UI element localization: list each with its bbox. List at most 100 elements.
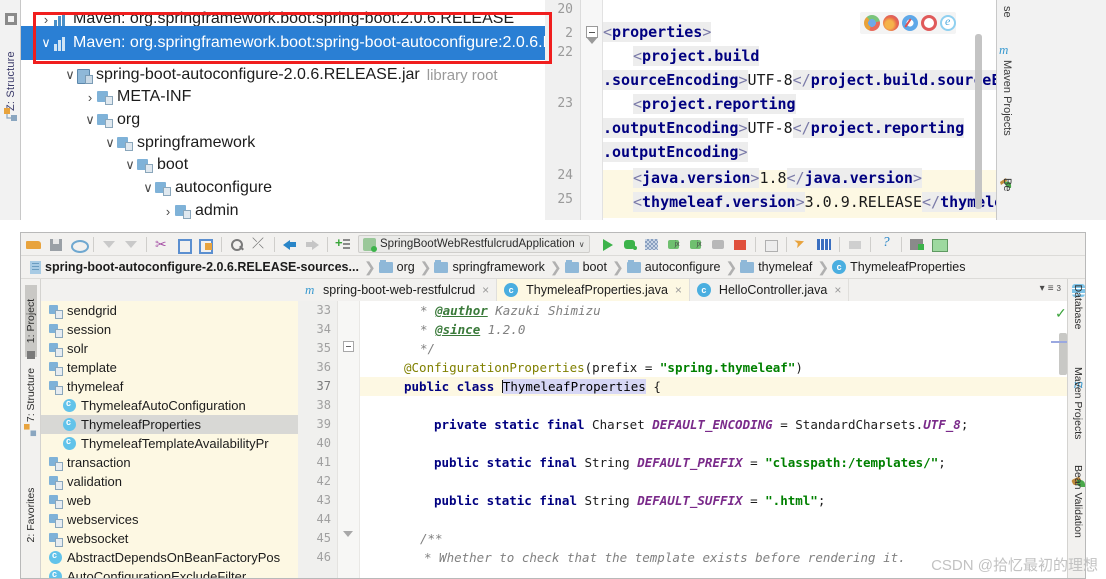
class-icon: c	[696, 283, 711, 297]
tree-row[interactable]: ∨ Maven: org.springframework.boot:spring-…	[21, 26, 616, 60]
breadcrumb-item[interactable]: boot	[563, 256, 611, 279]
chevron-down-icon[interactable]: ▾	[1040, 283, 1045, 294]
editor-tabs-actions[interactable]: ▾ ≡ 3	[1040, 283, 1061, 294]
breadcrumb-item[interactable]: org	[377, 256, 419, 279]
top-bean-validation-tab[interactable]: Be	[1001, 178, 1013, 191]
ie-icon[interactable]	[940, 14, 956, 31]
code-editor[interactable]: * @author Kazuki Shimizu * @since 1.2.0 …	[360, 301, 1067, 578]
editor-tabs[interactable]: m spring-boot-web-restfulcrud × c ThymeleafP…	[51, 279, 1085, 301]
editor-tab[interactable]: c ThymeleafProperties.java ×	[497, 279, 690, 301]
sidebar-item-bean-validation[interactable]: Bean Validation	[1072, 465, 1084, 538]
list-item[interactable]: ThymeleafAutoConfiguration	[41, 396, 298, 415]
screenshot-icon[interactable]	[929, 235, 949, 254]
fold-region-marker-icon[interactable]	[343, 531, 353, 537]
forward-icon[interactable]	[302, 235, 322, 254]
close-icon[interactable]: ×	[482, 283, 489, 297]
firefox-icon[interactable]	[883, 15, 899, 31]
run-configuration-selector[interactable]: SpringBootWebRestfulcrudApplication ∨	[358, 235, 590, 253]
list-item[interactable]: sendgrid	[41, 301, 298, 320]
safari-icon[interactable]	[902, 15, 918, 31]
editor-tab[interactable]: c HelloController.java ×	[690, 279, 850, 301]
editor-scrollbar[interactable]	[1059, 333, 1067, 375]
stop-icon[interactable]	[730, 235, 750, 254]
struct-icon[interactable]	[814, 235, 834, 254]
list-item[interactable]: session	[41, 320, 298, 339]
chrome-icon[interactable]	[864, 15, 880, 31]
top-editor-scrollbar[interactable]	[975, 34, 982, 209]
deploy-icon[interactable]	[845, 235, 865, 254]
run-icon[interactable]	[598, 235, 618, 254]
list-item[interactable]: web	[41, 491, 298, 510]
compile-icon[interactable]	[333, 235, 353, 254]
browser-preview-toolbar[interactable]	[860, 12, 956, 34]
list-item[interactable]: AbstractDependsOnBeanFactoryPos	[41, 548, 298, 567]
sidebar-item-maven-projects[interactable]: Maven Projects	[1072, 367, 1084, 439]
breadcrumb-item[interactable]: spring-boot-autoconfigure-2.0.6.RELEASE-…	[28, 256, 363, 279]
breadcrumb-item[interactable]: c ThymeleafProperties	[830, 256, 969, 279]
main-toolbar[interactable]: SpringBootWebRestfulcrudApplication ∨	[21, 233, 1085, 256]
top-structure-tab[interactable]: Z: Structure	[5, 41, 17, 111]
top-pom-editor[interactable]: <properties> <project.build .sourceEncod…	[603, 0, 996, 220]
list-item[interactable]: AutoConfigurationExcludeFilter	[41, 567, 298, 578]
cut-icon[interactable]	[152, 235, 172, 254]
chevron-right-icon[interactable]: ›	[161, 204, 175, 219]
attach-icon[interactable]	[708, 235, 728, 254]
list-item[interactable]: ThymeleafProperties	[41, 415, 298, 434]
save-icon[interactable]	[46, 235, 66, 254]
opera-icon[interactable]	[921, 15, 937, 31]
top-maven-projects-tab[interactable]: Maven Projects	[1001, 60, 1013, 136]
sidebar-item-database[interactable]: Database	[1072, 273, 1084, 341]
fold-collapse-icon[interactable]	[343, 341, 354, 352]
paste-icon[interactable]	[196, 235, 216, 254]
list-item[interactable]: validation	[41, 472, 298, 491]
sidebar-item-project[interactable]: 1: Project	[25, 285, 37, 357]
tree-row-label: admin	[195, 202, 239, 219]
update-icon[interactable]	[761, 235, 781, 254]
code-line-35: */	[420, 341, 436, 356]
coverage-icon[interactable]	[642, 235, 662, 254]
chevron-down-icon[interactable]: ∨	[579, 240, 585, 249]
undo-icon[interactable]	[99, 235, 119, 254]
open-icon[interactable]	[24, 235, 44, 254]
breadcrumb[interactable]: spring-boot-autoconfigure-2.0.6.RELEASE-…	[21, 256, 1085, 279]
sidebar-item-favorites[interactable]: 2: Favorites	[25, 479, 37, 551]
replace-icon[interactable]	[249, 235, 269, 254]
back-icon[interactable]	[280, 235, 300, 254]
list-item[interactable]: transaction	[41, 453, 298, 472]
help-icon[interactable]	[876, 235, 896, 254]
hide-toolwindow-icon[interactable]	[5, 13, 17, 25]
list-item[interactable]: thymeleaf	[41, 377, 298, 396]
profile-jrebel-icon[interactable]	[686, 235, 706, 254]
debug-icon[interactable]	[620, 235, 640, 254]
close-icon[interactable]: ×	[675, 283, 682, 297]
profile-icon[interactable]	[664, 235, 684, 254]
sync-icon[interactable]	[68, 235, 89, 254]
dart-icon[interactable]	[792, 235, 812, 254]
copy-icon[interactable]	[174, 235, 194, 254]
tab-list-icon[interactable]: ≡	[1048, 283, 1054, 294]
breadcrumb-item[interactable]: autoconfigure	[625, 256, 725, 279]
list-item[interactable]: webservices	[41, 510, 298, 529]
editor-tab[interactable]: m spring-boot-web-restfulcrud ×	[298, 279, 498, 301]
inspection-status-icon[interactable]: ✓	[1055, 305, 1067, 322]
editor-fold-gutter[interactable]	[338, 301, 360, 578]
sidebar-item-structure[interactable]: 7: Structure	[25, 359, 37, 431]
chevron-right-icon[interactable]: ›	[39, 12, 53, 27]
find-icon[interactable]	[227, 235, 247, 254]
top-maven-tree[interactable]: › Maven: org.springframework.boot:spring-…	[21, 0, 616, 220]
breadcrumb-item[interactable]: thymeleaf	[738, 256, 816, 279]
redo-icon[interactable]	[121, 235, 141, 254]
list-item[interactable]: ThymeleafTemplateAvailabilityPr	[41, 434, 298, 453]
toolbar-separator	[146, 236, 147, 252]
structure-icon	[4, 108, 17, 121]
breadcrumb-item[interactable]: springframework	[432, 256, 548, 279]
chevron-down-icon[interactable]: ∨	[39, 35, 53, 51]
close-icon[interactable]: ×	[834, 283, 841, 297]
tree-row[interactable]: › admin	[21, 194, 545, 220]
project-tree[interactable]: sendgrid session solr template thymeleaf Thym…	[41, 301, 298, 578]
list-item[interactable]: template	[41, 358, 298, 377]
top-database-tab[interactable]: se	[1001, 6, 1013, 18]
save-all-icon[interactable]	[907, 235, 927, 254]
list-item[interactable]: websocket	[41, 529, 298, 548]
list-item[interactable]: solr	[41, 339, 298, 358]
